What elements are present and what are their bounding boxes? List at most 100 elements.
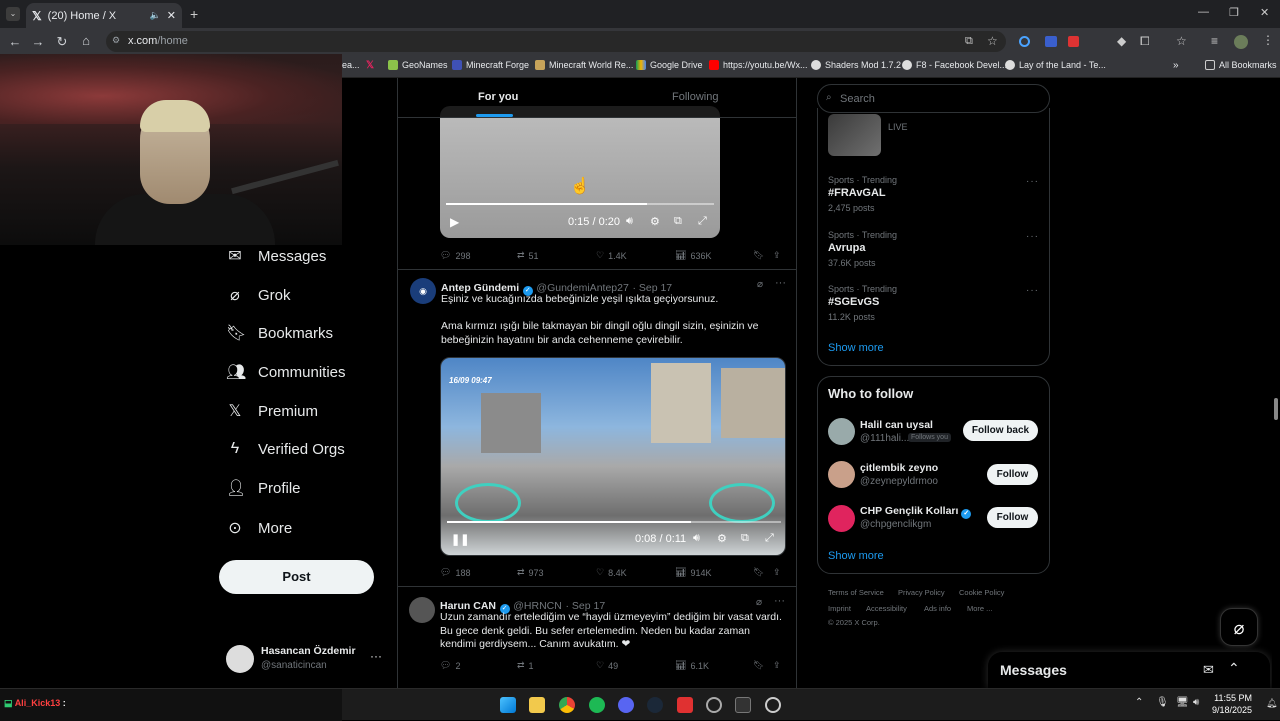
window-close-icon[interactable]: ✕: [1260, 6, 1269, 19]
post-button[interactable]: Post: [219, 560, 374, 594]
pip-icon[interactable]: ⧉: [741, 532, 749, 545]
dashcam-video-player[interactable]: 16/09 09:47 ❚❚ 0:08 / 0:11 🔊︎ ⚙ ⧉ ⤢: [440, 357, 786, 556]
nav-bookmarks[interactable]: 🔖︎ Bookmarks: [226, 323, 333, 343]
nav-more[interactable]: ⊙ More: [226, 518, 292, 538]
footer-link[interactable]: Imprint: [828, 604, 851, 613]
extension-red-icon[interactable]: [1068, 36, 1079, 47]
discord-icon[interactable]: [618, 697, 634, 713]
live-thumbnail[interactable]: [828, 114, 881, 156]
bookmark-item[interactable]: https://youtu.be/Wx...: [709, 60, 808, 70]
repost-button[interactable]: ⇄ 1: [517, 660, 534, 671]
views-button[interactable]: 📊︎ 636K: [675, 250, 711, 261]
menu-kebab-icon[interactable]: ⋮: [1262, 33, 1274, 47]
trend-name[interactable]: Avrupa: [828, 242, 866, 254]
suggestion-name[interactable]: Halil can uysal: [860, 419, 933, 431]
bookmark-item[interactable]: F8 - Facebook Devel...: [902, 60, 1007, 70]
install-app-icon[interactable]: ⧉: [965, 35, 973, 48]
scrollbar-thumb[interactable]: [1274, 398, 1278, 420]
fullscreen-icon[interactable]: ⤢: [765, 532, 774, 545]
chrome-icon[interactable]: [559, 697, 575, 713]
footer-link[interactable]: Cookie Policy: [959, 588, 1004, 597]
settings-icon[interactable]: ⚙: [717, 532, 727, 545]
extension-icon[interactable]: [1019, 36, 1030, 47]
new-message-icon[interactable]: ✉: [1203, 662, 1214, 678]
trend-more-icon[interactable]: ···: [1026, 176, 1039, 187]
settings-icon[interactable]: ⚙: [650, 215, 660, 228]
account-more-icon[interactable]: ···: [370, 649, 382, 663]
share-icon[interactable]: ⇪: [773, 567, 781, 578]
volume-icon[interactable]: 🔊︎: [626, 215, 633, 228]
reply-button[interactable]: 💬︎ 2: [440, 660, 460, 671]
tab-home[interactable]: 𝕏 (20) Home / X 🔈 ✕: [26, 3, 182, 28]
video-player[interactable]: ☝ ▶ 0:15 / 0:20 🔊︎ ⚙ ⧉ ⤢: [440, 106, 720, 238]
app-circle-icon[interactable]: [765, 697, 781, 713]
pause-icon[interactable]: ❚❚: [451, 533, 469, 546]
tab-for-you[interactable]: For you: [478, 91, 518, 103]
forward-icon[interactable]: →: [26, 34, 50, 49]
volume-icon[interactable]: 🔊︎: [693, 532, 700, 545]
repost-button[interactable]: ⇄ 973: [517, 567, 544, 578]
bookmark-item[interactable]: Minecraft World Re...: [535, 60, 633, 70]
start-icon[interactable]: [500, 697, 516, 713]
nav-premium[interactable]: 𝕏 Premium: [226, 401, 318, 421]
suggestion-avatar[interactable]: [828, 418, 855, 445]
url-bar[interactable]: ⚙ x.com/home: [106, 31, 1006, 52]
repost-button[interactable]: ⇄ 51: [517, 250, 539, 261]
reply-button[interactable]: 💬︎ 188: [440, 567, 470, 578]
footer-link[interactable]: More ...: [967, 604, 992, 613]
terminal-icon[interactable]: [735, 697, 751, 713]
nav-verified-orgs[interactable]: ϟ Verified Orgs: [226, 440, 345, 458]
follow-show-more[interactable]: Show more: [828, 550, 884, 562]
trend-more-icon[interactable]: ···: [1026, 231, 1039, 242]
bookmarks-overflow-icon[interactable]: »: [1173, 60, 1179, 71]
new-tab-icon[interactable]: +: [190, 6, 198, 22]
bookmark-item[interactable]: GeoNames: [388, 60, 448, 70]
reply-button[interactable]: 💬︎ 298: [440, 250, 470, 261]
profile-avatar-icon[interactable]: [1234, 35, 1248, 49]
tweet-more-icon[interactable]: ···: [774, 595, 785, 607]
file-explorer-icon[interactable]: [529, 697, 545, 713]
like-button[interactable]: ♡ 1.4K: [596, 250, 627, 261]
footer-link[interactable]: Terms of Service: [828, 588, 884, 597]
bookmark-item[interactable]: Shaders Mod 1.7.2: [811, 60, 901, 70]
extension-calendar-icon[interactable]: [1045, 36, 1057, 47]
bookmark-item[interactable]: Lay of the Land - Te...: [1005, 60, 1106, 70]
tab-close-icon[interactable]: ✕: [167, 9, 176, 22]
network-icon[interactable]: 🖥︎: [1176, 697, 1189, 708]
microphone-icon[interactable]: 🎙︎: [1156, 697, 1169, 708]
bookmark-item[interactable]: 𝕏: [366, 60, 374, 71]
footer-link[interactable]: Ads info: [924, 604, 951, 613]
tray-chevron-icon[interactable]: ⌃: [1135, 697, 1143, 708]
maximize-icon[interactable]: ❐: [1229, 6, 1239, 19]
minimize-icon[interactable]: —: [1198, 6, 1209, 18]
all-bookmarks[interactable]: All Bookmarks: [1205, 60, 1277, 70]
share-icon[interactable]: ⇪: [773, 660, 781, 671]
pip-icon[interactable]: ⧉: [674, 215, 682, 228]
tab-search-list-icon[interactable]: ≡: [1211, 34, 1218, 48]
trend-name[interactable]: #FRAvGAL: [828, 187, 886, 199]
nav-messages[interactable]: ✉ Messages: [226, 246, 326, 266]
steam-icon[interactable]: [647, 697, 663, 713]
bookmark-tweet-icon[interactable]: 🔖︎: [753, 660, 764, 671]
extensions-puzzle-icon[interactable]: ⧠: [1140, 34, 1150, 49]
bookmark-item[interactable]: Google Drive: [636, 60, 703, 70]
clock-time[interactable]: 11:55 PM: [1212, 693, 1252, 703]
account-switcher[interactable]: Hasancan Özdemir @sanaticincan ···: [226, 643, 386, 675]
favorites-icon[interactable]: ☆: [1176, 34, 1187, 48]
views-button[interactable]: 📊︎ 6.1K: [675, 660, 709, 671]
tab-following[interactable]: Following: [672, 91, 718, 103]
expand-dock-icon[interactable]: ⌃: [1228, 660, 1240, 677]
tweet-more-icon[interactable]: ···: [775, 277, 786, 289]
notifications-icon[interactable]: 🔔︎: [1266, 698, 1277, 709]
clock-date[interactable]: 9/18/2025: [1212, 705, 1252, 715]
follow-button[interactable]: Follow: [987, 507, 1038, 528]
fullscreen-icon[interactable]: ⤢: [698, 215, 707, 228]
tab-search-icon[interactable]: ⌄: [6, 7, 20, 21]
back-icon[interactable]: ←: [3, 34, 27, 49]
home-icon[interactable]: ⌂: [74, 33, 98, 48]
grok-floating-button[interactable]: ⌀: [1220, 608, 1258, 646]
reload-icon[interactable]: ↻: [50, 34, 74, 50]
trend-name[interactable]: #SGEvGS: [828, 296, 879, 308]
play-icon[interactable]: ▶: [450, 215, 459, 229]
bookmark-item[interactable]: ea...: [342, 60, 360, 70]
